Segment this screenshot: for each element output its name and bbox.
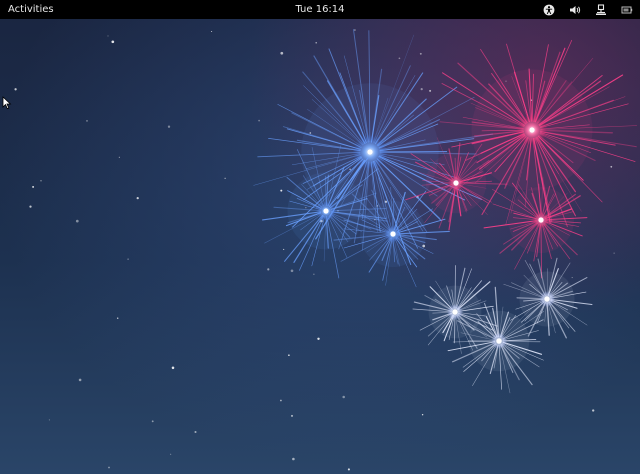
star [111,40,115,44]
star [313,273,315,275]
top-bar: Activities Tue 16:14 [0,0,640,19]
star [421,413,424,416]
star [127,258,129,260]
firework-burst [483,177,588,279]
star [108,466,110,469]
star [40,180,42,182]
star [107,35,109,37]
star [267,268,270,271]
star [283,248,285,250]
star [170,453,172,455]
star [78,378,82,382]
star [116,317,119,319]
star [280,189,283,192]
star [315,41,317,44]
desktop-wallpaper: Activities Tue 16:14 [0,0,640,474]
activities-button[interactable]: Activities [6,0,56,19]
network-icon[interactable] [594,3,608,17]
star [292,457,295,461]
star [279,399,282,402]
star [258,119,260,122]
star [32,185,35,188]
star [118,156,120,158]
star [571,277,573,279]
star [75,219,79,223]
star [354,29,356,31]
star [613,252,615,254]
volume-icon[interactable] [568,3,582,17]
star [48,419,50,421]
star [290,414,294,417]
star [194,430,197,434]
star [419,52,422,55]
mouse-pointer-icon [2,96,12,110]
fireworks-layer [253,29,638,394]
battery-icon[interactable] [620,3,634,17]
star [290,269,294,273]
star [342,395,345,399]
star [14,88,17,91]
star [288,354,290,357]
star [171,366,175,370]
star [398,57,401,60]
star [211,30,213,33]
star [420,87,423,91]
star [317,337,320,341]
accessibility-icon[interactable] [542,3,556,17]
star [429,89,432,92]
star [86,119,88,122]
star [592,409,595,412]
star [151,420,154,423]
star [224,177,226,179]
star [167,125,171,128]
system-tray [530,0,634,19]
star [280,51,284,55]
star [610,165,613,168]
star [347,468,350,471]
clock-menu[interactable]: Tue 16:14 [270,0,370,19]
fireworks-wallpaper [14,29,638,471]
star [136,196,139,200]
star [29,205,32,208]
